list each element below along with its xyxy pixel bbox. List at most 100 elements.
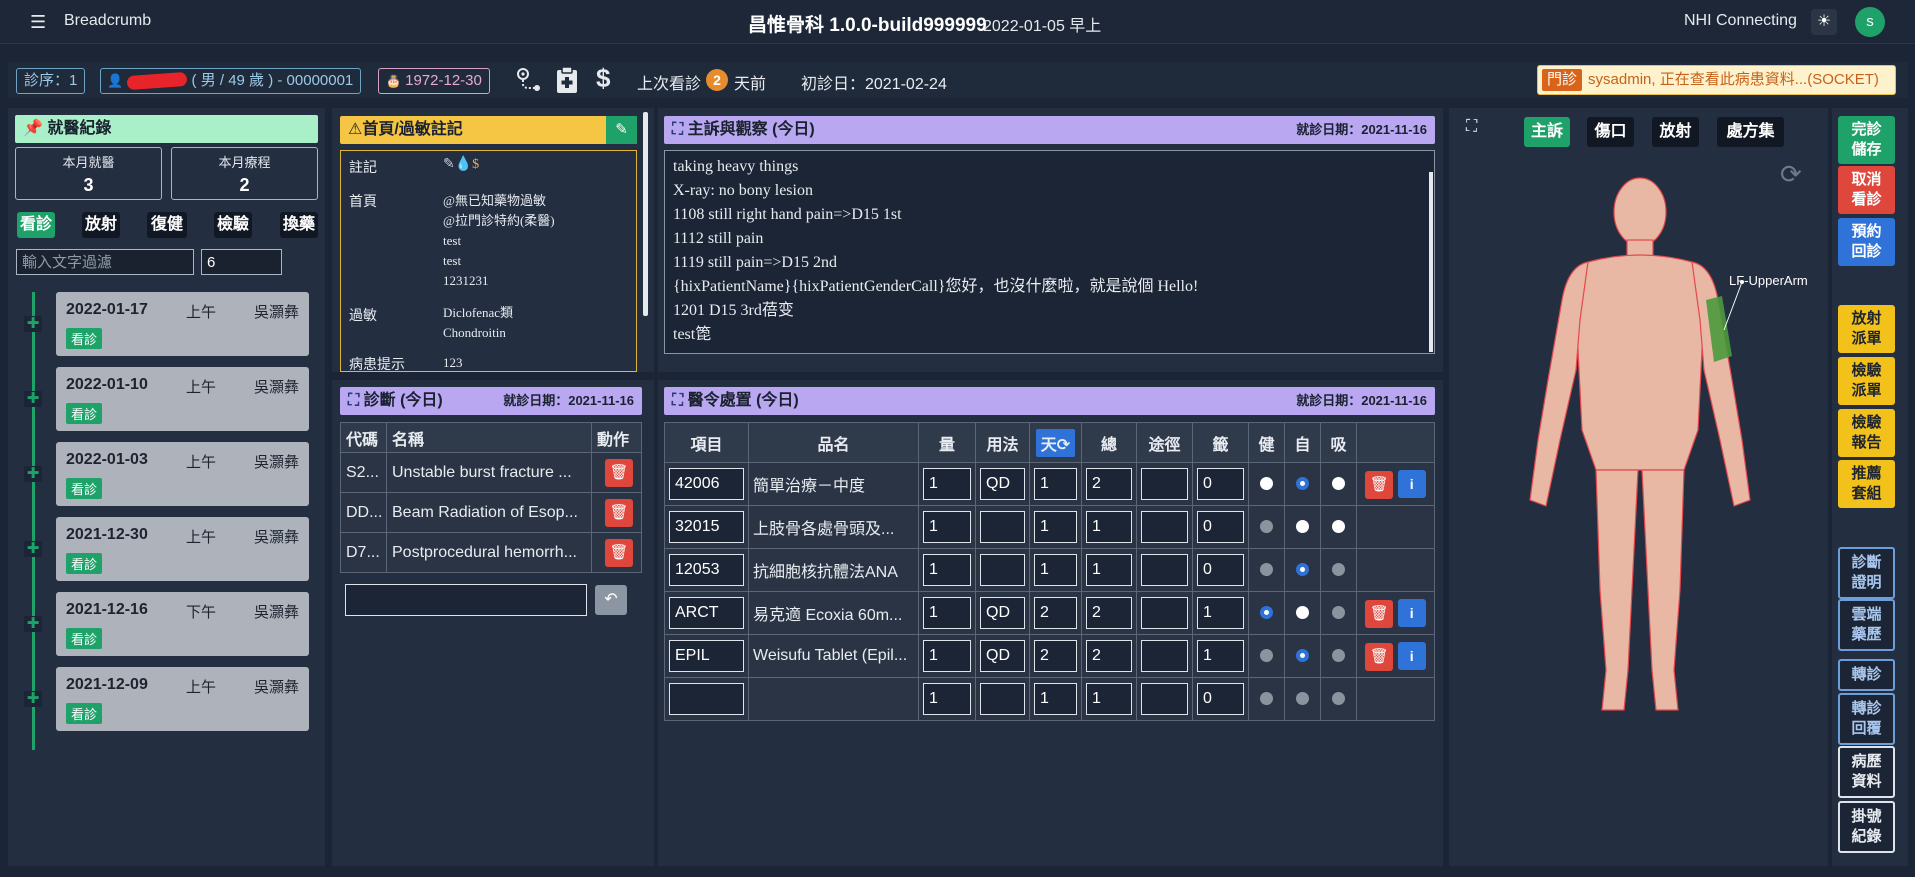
visit-card[interactable]: 2022-01-17 上午 吳灝彝 看診 <box>56 292 309 356</box>
order-nhi-radio[interactable] <box>1260 520 1273 534</box>
expand-icon[interactable]: ⛶ <box>348 392 359 409</box>
order-total-input[interactable]: 1 <box>1086 511 1132 543</box>
order-suction-radio[interactable] <box>1332 606 1345 620</box>
visit-card[interactable]: 2022-01-03 上午 吳灝彝 看診 <box>56 442 309 506</box>
order-label-input[interactable]: 0 <box>1197 468 1244 500</box>
order-code-input[interactable]: 42006 <box>669 468 744 500</box>
order-route-input[interactable] <box>1141 511 1188 543</box>
info-icon[interactable]: i <box>1397 469 1426 498</box>
info-icon[interactable]: i <box>1397 598 1426 627</box>
recommend-set-button[interactable]: 推薦套組 <box>1838 460 1895 508</box>
cloud-medication-button[interactable]: 雲端藥歷 <box>1838 599 1895 651</box>
order-total-input[interactable]: 2 <box>1086 640 1132 672</box>
order-days-input[interactable]: 1 <box>1034 468 1077 500</box>
referral-button[interactable]: 轉診 <box>1838 659 1895 691</box>
order-code-input[interactable]: ARCT <box>669 597 744 629</box>
history-tab-lab[interactable]: 檢驗 <box>214 212 252 238</box>
lab-report-button[interactable]: 檢驗報告 <box>1838 409 1895 457</box>
order-usage-input[interactable]: QD <box>980 597 1025 629</box>
order-days-input[interactable]: 2 <box>1034 640 1077 672</box>
order-suction-radio[interactable] <box>1332 692 1345 706</box>
order-total-input[interactable]: 1 <box>1086 683 1132 715</box>
visit-card[interactable]: 2021-12-16 下午 吳灝彝 看診 <box>56 592 309 656</box>
order-code-input[interactable] <box>669 683 744 715</box>
trash-icon[interactable]: 🗑 <box>1365 642 1394 671</box>
order-qty-input[interactable]: 1 <box>923 511 971 543</box>
order-route-input[interactable] <box>1141 468 1188 500</box>
order-code-input[interactable]: 12053 <box>669 554 744 586</box>
referral-reply-button[interactable]: 轉診回覆 <box>1838 693 1895 745</box>
order-route-input[interactable] <box>1141 597 1188 629</box>
history-tab-radiology[interactable]: 放射 <box>82 212 120 238</box>
expand-icon[interactable]: ⛶ <box>1466 118 1477 136</box>
order-label-input[interactable]: 1 <box>1197 640 1244 672</box>
dollar-icon[interactable]: $ <box>596 63 610 94</box>
history-tab-dressing[interactable]: 換藥 <box>280 212 318 238</box>
order-usage-input[interactable] <box>980 554 1025 586</box>
complaint-scrollbar[interactable] <box>1429 172 1433 352</box>
order-nhi-radio[interactable] <box>1260 477 1273 491</box>
route-icon[interactable] <box>515 66 543 100</box>
order-self-radio[interactable] <box>1296 520 1309 534</box>
orders-header-days[interactable]: 天⟳ <box>1029 422 1082 463</box>
clipboard-icon[interactable] <box>556 66 578 100</box>
info-icon[interactable]: i <box>1397 641 1426 670</box>
order-self-radio[interactable] <box>1296 606 1309 620</box>
menu-icon[interactable]: ☰ <box>30 13 50 31</box>
complaint-textarea[interactable]: taking heavy things X-ray: no bony lesion… <box>664 150 1435 354</box>
visit-card[interactable]: 2022-01-10 上午 吳灝彝 看診 <box>56 367 309 431</box>
undo-icon[interactable]: ↶ <box>595 585 627 615</box>
notes-scrollbar[interactable] <box>643 112 648 316</box>
order-code-input[interactable]: EPIL <box>669 640 744 672</box>
history-tab-consult[interactable]: 看診 <box>17 212 55 238</box>
registration-record-button[interactable]: 掛號紀錄 <box>1838 801 1895 853</box>
visit-card[interactable]: 2021-12-09 上午 吳灝彝 看診 <box>56 667 309 731</box>
order-route-input[interactable] <box>1141 554 1188 586</box>
history-tab-rehab[interactable]: 復健 <box>147 212 187 238</box>
edit-icon[interactable]: ✎ <box>606 116 637 144</box>
order-total-input[interactable]: 1 <box>1086 554 1132 586</box>
order-nhi-radio[interactable] <box>1260 649 1273 663</box>
trash-icon[interactable]: 🗑 <box>605 538 633 567</box>
trash-icon[interactable]: 🗑 <box>1365 599 1394 628</box>
order-nhi-radio[interactable] <box>1260 563 1273 577</box>
bodymap-tab-complaint[interactable]: 主訴 <box>1524 117 1570 147</box>
order-self-radio[interactable] <box>1296 563 1309 577</box>
order-suction-radio[interactable] <box>1332 520 1345 534</box>
order-days-input[interactable]: 2 <box>1034 597 1077 629</box>
order-usage-input[interactable] <box>980 511 1025 543</box>
order-self-radio[interactable] <box>1296 692 1309 706</box>
trash-icon[interactable]: 🗑 <box>1365 470 1394 499</box>
trash-icon[interactable]: 🗑 <box>605 498 633 527</box>
order-self-radio[interactable] <box>1296 477 1309 491</box>
order-suction-radio[interactable] <box>1332 563 1345 577</box>
order-suction-radio[interactable] <box>1332 477 1345 491</box>
expand-icon[interactable]: ⛶ <box>672 392 683 409</box>
order-label-input[interactable]: 0 <box>1197 683 1244 715</box>
order-qty-input[interactable]: 1 <box>923 597 971 629</box>
order-nhi-radio[interactable] <box>1260 606 1273 620</box>
order-route-input[interactable] <box>1141 683 1188 715</box>
order-label-input[interactable]: 0 <box>1197 511 1244 543</box>
visit-card[interactable]: 2021-12-30 上午 吳灝彝 看診 <box>56 517 309 581</box>
cancel-visit-button[interactable]: 取消看診 <box>1838 166 1895 214</box>
order-suction-radio[interactable] <box>1332 649 1345 663</box>
order-total-input[interactable]: 2 <box>1086 468 1132 500</box>
refresh-icon[interactable]: ⟳ <box>1780 159 1802 190</box>
order-label-input[interactable]: 1 <box>1197 597 1244 629</box>
order-usage-input[interactable]: QD <box>980 468 1025 500</box>
order-label-input[interactable]: 0 <box>1197 554 1244 586</box>
order-days-input[interactable]: 1 <box>1034 683 1077 715</box>
order-qty-input[interactable]: 1 <box>923 554 971 586</box>
avatar[interactable]: s <box>1855 7 1885 37</box>
order-qty-input[interactable]: 1 <box>923 640 971 672</box>
order-total-input[interactable]: 2 <box>1086 597 1132 629</box>
sync-icon[interactable]: ⟳ <box>1057 437 1070 454</box>
order-self-radio[interactable] <box>1296 649 1309 663</box>
order-days-input[interactable]: 1 <box>1034 511 1077 543</box>
order-route-input[interactable] <box>1141 640 1188 672</box>
bodymap-tab-formulary[interactable]: 處方集 <box>1717 117 1784 147</box>
order-usage-input[interactable] <box>980 683 1025 715</box>
order-qty-input[interactable]: 1 <box>923 468 971 500</box>
medical-record-button[interactable]: 病歷資料 <box>1838 746 1895 798</box>
